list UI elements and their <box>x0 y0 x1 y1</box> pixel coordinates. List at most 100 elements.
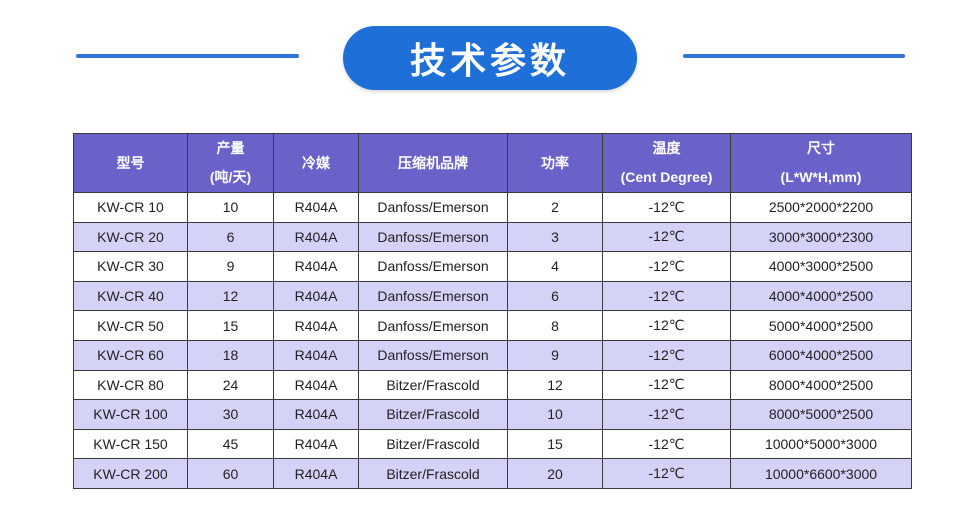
header-compressor-label: 压缩机品牌 <box>398 154 468 171</box>
header-temperature: 温度 (Cent Degree) <box>602 133 731 193</box>
cell-compressor: Danfoss/Emerson <box>358 339 508 371</box>
header-output: 产量 (吨/天) <box>187 133 274 193</box>
cell-output: 45 <box>187 428 274 460</box>
table-row: KW-CR 60 18 R404A Danfoss/Emerson 9 -12℃ 6000*… <box>73 339 912 371</box>
header-size: 尺寸 (L*W*H,mm) <box>730 133 912 193</box>
cell-temperature: -12℃ <box>602 192 731 223</box>
header-compressor: 压缩机品牌 <box>358 133 508 193</box>
cell-compressor: Danfoss/Emerson <box>358 251 508 282</box>
cell-output: 6 <box>187 221 274 253</box>
cell-compressor: Bitzer/Frascold <box>358 399 508 430</box>
header-size-label: 尺寸 <box>807 140 835 156</box>
header-power-label: 功率 <box>541 154 569 171</box>
cell-model: KW-CR 40 <box>73 280 188 312</box>
cell-refrigerant: R404A <box>273 310 359 341</box>
cell-model: KW-CR 10 <box>73 192 188 223</box>
table-row: KW-CR 80 24 R404A Bitzer/Frascold 12 -12℃ 8000… <box>73 369 912 401</box>
header-model-label: 型号 <box>116 154 145 171</box>
cell-temperature: -12℃ <box>602 280 731 312</box>
cell-refrigerant: R404A <box>273 339 359 371</box>
cell-refrigerant: R404A <box>273 221 359 253</box>
cell-size: 4000*4000*2500 <box>730 280 912 312</box>
cell-power: 6 <box>507 280 603 312</box>
header-refrigerant: 冷媒 <box>273 133 359 193</box>
cell-refrigerant: R404A <box>273 428 359 460</box>
cell-size: 3000*3000*2300 <box>730 221 912 253</box>
header-model: 型号 <box>73 133 188 193</box>
table-row: KW-CR 150 45 R404A Bitzer/Frascold 15 -12℃ 100… <box>73 428 912 460</box>
cell-output: 10 <box>187 192 274 223</box>
page: 技术参数 型号 产量 (吨/天) 冷媒 压缩机品牌 功率 温度 (Cent De… <box>0 0 980 520</box>
cell-power: 4 <box>507 251 603 282</box>
table-row: KW-CR 10 10 R404A Danfoss/Emerson 2 -12℃ 2500*… <box>73 192 912 223</box>
cell-output: 30 <box>187 399 274 430</box>
cell-power: 20 <box>507 458 603 489</box>
cell-compressor: Danfoss/Emerson <box>358 221 508 253</box>
cell-refrigerant: R404A <box>273 399 359 430</box>
cell-output: 24 <box>187 369 274 401</box>
table-header-row: 型号 产量 (吨/天) 冷媒 压缩机品牌 功率 温度 (Cent Degree) <box>73 133 912 193</box>
cell-size: 2500*2000*2200 <box>730 192 912 223</box>
title-divider-right <box>683 54 905 58</box>
table-row: KW-CR 40 12 R404A Danfoss/Emerson 6 -12℃ 4000*… <box>73 280 912 312</box>
cell-compressor: Danfoss/Emerson <box>358 310 508 341</box>
cell-model: KW-CR 20 <box>73 221 188 253</box>
cell-power: 15 <box>507 428 603 460</box>
cell-temperature: -12℃ <box>602 221 731 253</box>
cell-size: 8000*5000*2500 <box>730 399 912 430</box>
cell-output: 12 <box>187 280 274 312</box>
table-row: KW-CR 20 6 R404A Danfoss/Emerson 3 -12℃ 3000*3… <box>73 221 912 253</box>
cell-temperature: -12℃ <box>602 399 731 430</box>
table-row: KW-CR 50 15 R404A Danfoss/Emerson 8 -12℃ 5000*… <box>73 310 912 341</box>
cell-power: 12 <box>507 369 603 401</box>
cell-output: 15 <box>187 310 274 341</box>
cell-refrigerant: R404A <box>273 369 359 401</box>
cell-refrigerant: R404A <box>273 280 359 312</box>
cell-temperature: -12℃ <box>602 428 731 460</box>
cell-temperature: -12℃ <box>602 310 731 341</box>
cell-size: 8000*4000*2500 <box>730 369 912 401</box>
section-title: 技术参数 <box>343 26 637 90</box>
cell-power: 2 <box>507 192 603 223</box>
cell-refrigerant: R404A <box>273 192 359 223</box>
cell-size: 10000*5000*3000 <box>730 428 912 460</box>
cell-temperature: -12℃ <box>602 458 731 489</box>
cell-output: 60 <box>187 458 274 489</box>
header-output-unit: (吨/天) <box>209 169 252 185</box>
cell-compressor: Bitzer/Frascold <box>358 369 508 401</box>
header-power: 功率 <box>507 133 603 193</box>
table-body: KW-CR 10 10 R404A Danfoss/Emerson 2 -12℃ 2500*… <box>73 192 912 489</box>
cell-compressor: Bitzer/Frascold <box>358 428 508 460</box>
cell-power: 9 <box>507 339 603 371</box>
table-row: KW-CR 100 30 R404A Bitzer/Frascold 10 -12℃ 800… <box>73 399 912 430</box>
cell-model: KW-CR 60 <box>73 339 188 371</box>
cell-temperature: -12℃ <box>602 369 731 401</box>
header-output-label: 产量 <box>216 140 245 156</box>
header-temperature-label: 温度 <box>652 140 681 156</box>
cell-size: 10000*6600*3000 <box>730 458 912 489</box>
cell-refrigerant: R404A <box>273 251 359 282</box>
spec-table: 型号 产量 (吨/天) 冷媒 压缩机品牌 功率 温度 (Cent Degree) <box>73 133 912 489</box>
cell-compressor: Danfoss/Emerson <box>358 280 508 312</box>
cell-compressor: Danfoss/Emerson <box>358 192 508 223</box>
cell-size: 4000*3000*2500 <box>730 251 912 282</box>
cell-model: KW-CR 150 <box>73 428 188 460</box>
cell-output: 9 <box>187 251 274 282</box>
cell-temperature: -12℃ <box>602 251 731 282</box>
cell-size: 6000*4000*2500 <box>730 339 912 371</box>
cell-power: 8 <box>507 310 603 341</box>
cell-refrigerant: R404A <box>273 458 359 489</box>
header-refrigerant-label: 冷媒 <box>302 154 330 171</box>
cell-compressor: Bitzer/Frascold <box>358 458 508 489</box>
header-size-unit: (L*W*H,mm) <box>780 169 862 185</box>
table-row: KW-CR 30 9 R404A Danfoss/Emerson 4 -12℃ 4000*3… <box>73 251 912 282</box>
cell-size: 5000*4000*2500 <box>730 310 912 341</box>
cell-power: 10 <box>507 399 603 430</box>
cell-model: KW-CR 200 <box>73 458 188 489</box>
cell-model: KW-CR 30 <box>73 251 188 282</box>
table-row: KW-CR 200 60 R404A Bitzer/Frascold 20 -12℃ 100… <box>73 458 912 489</box>
cell-temperature: -12℃ <box>602 339 731 371</box>
title-divider-left <box>76 54 299 58</box>
header-temperature-unit: (Cent Degree) <box>620 169 713 185</box>
cell-model: KW-CR 100 <box>73 399 188 430</box>
